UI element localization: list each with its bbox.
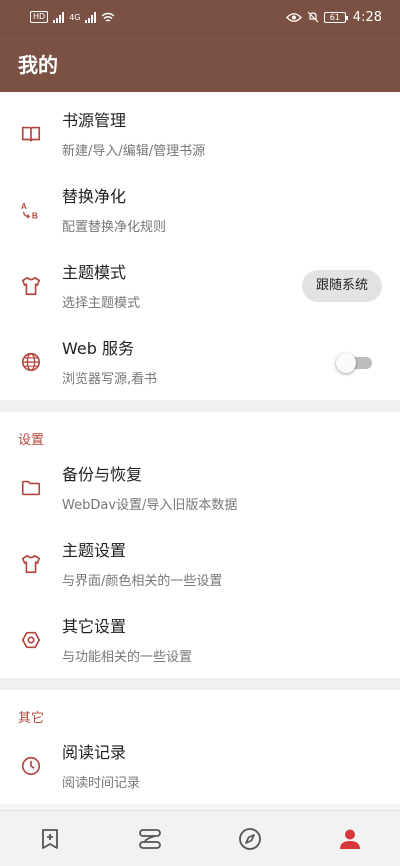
item-subtitle: 与界面/颜色相关的一些设置 bbox=[62, 574, 223, 589]
menu-item-read-record[interactable]: 阅读记录 阅读时间记录 bbox=[0, 728, 400, 804]
section-header-others: 其它 bbox=[18, 711, 45, 726]
compass-icon bbox=[239, 827, 261, 850]
menu-item-web-service[interactable]: Web 服务 浏览器写源,看书 bbox=[0, 324, 400, 400]
nav-explore[interactable] bbox=[120, 811, 180, 866]
hexagon-icon bbox=[21, 631, 41, 649]
hd-indicator: HD bbox=[30, 11, 49, 23]
bottom-nav bbox=[0, 810, 400, 866]
explore-source-icon bbox=[139, 828, 161, 849]
item-title: 主题模式 bbox=[62, 263, 127, 282]
item-subtitle: 新建/导入/编辑/管理书源 bbox=[62, 144, 206, 159]
nav-discover[interactable] bbox=[220, 811, 280, 866]
settings-list[interactable]: 书源管理 新建/导入/编辑/管理书源 AB 替换净化 配置替换净化规则 主题模式… bbox=[0, 92, 400, 810]
item-title: 阅读记录 bbox=[62, 743, 127, 762]
menu-item-theme-settings[interactable]: 主题设置 与界面/颜色相关的一些设置 bbox=[0, 526, 400, 602]
bookmark-add-icon bbox=[42, 828, 58, 849]
page-title: 我的 bbox=[18, 52, 58, 77]
item-subtitle: WebDav设置/导入旧版本数据 bbox=[62, 498, 238, 513]
item-title: 替换净化 bbox=[62, 187, 127, 206]
wifi-icon bbox=[102, 12, 115, 22]
tshirt-icon bbox=[21, 276, 41, 296]
status-bar: HD 4G 61 4:28 bbox=[0, 0, 400, 34]
switch-thumb bbox=[336, 353, 356, 373]
section-divider bbox=[0, 678, 400, 690]
section-divider bbox=[0, 400, 400, 412]
svg-text:B: B bbox=[32, 211, 38, 220]
tshirt-icon bbox=[21, 554, 41, 574]
eye-icon bbox=[285, 12, 302, 22]
nav-bookshelf[interactable] bbox=[20, 811, 80, 866]
menu-item-theme-mode[interactable]: 主题模式 选择主题模式 跟随系统 bbox=[0, 248, 400, 324]
signal-icon bbox=[53, 11, 65, 23]
status-left: HD 4G bbox=[30, 11, 115, 23]
item-subtitle: 浏览器写源,看书 bbox=[62, 372, 158, 387]
menu-item-other-settings[interactable]: 其它设置 与功能相关的一些设置 bbox=[0, 602, 400, 678]
replace-ab-icon: AB bbox=[21, 202, 38, 220]
item-title: 备份与恢复 bbox=[62, 465, 143, 484]
svg-text:A: A bbox=[21, 202, 27, 211]
globe-icon bbox=[21, 352, 41, 372]
clock-icon bbox=[21, 756, 41, 776]
signal-icon-2 bbox=[85, 11, 97, 23]
main-group: 书源管理 新建/导入/编辑/管理书源 AB 替换净化 配置替换净化规则 主题模式… bbox=[0, 92, 400, 400]
item-title: 书源管理 bbox=[62, 111, 127, 130]
menu-item-backup-restore[interactable]: 备份与恢复 WebDav设置/导入旧版本数据 bbox=[0, 450, 400, 526]
menu-item-replace-rules[interactable]: AB 替换净化 配置替换净化规则 bbox=[0, 172, 400, 248]
others-group: 其它 阅读记录 阅读时间记录 bbox=[0, 690, 400, 804]
web-service-switch[interactable] bbox=[336, 353, 372, 373]
item-subtitle: 阅读时间记录 bbox=[62, 776, 141, 791]
item-title: Web 服务 bbox=[62, 339, 134, 358]
person-icon bbox=[340, 829, 360, 849]
nav-my[interactable] bbox=[320, 811, 380, 866]
folder-icon bbox=[21, 480, 41, 496]
section-header-settings: 设置 bbox=[18, 433, 45, 448]
clock-time: 4:28 bbox=[352, 9, 382, 25]
network-type: 4G bbox=[69, 12, 81, 22]
follow-system-button[interactable]: 跟随系统 bbox=[301, 270, 382, 302]
item-subtitle: 选择主题模式 bbox=[62, 296, 141, 311]
menu-item-book-source[interactable]: 书源管理 新建/导入/编辑/管理书源 bbox=[0, 96, 400, 172]
settings-group: 设置 备份与恢复 WebDav设置/导入旧版本数据 主题设置 与界面/颜色相关的… bbox=[0, 412, 400, 678]
item-title: 其它设置 bbox=[62, 617, 127, 636]
item-subtitle: 配置替换净化规则 bbox=[62, 220, 167, 235]
app-bar: 我的 bbox=[0, 34, 400, 92]
battery-icon: 61 bbox=[323, 11, 348, 23]
book-open-icon bbox=[21, 126, 41, 142]
item-title: 主题设置 bbox=[62, 541, 127, 560]
item-subtitle: 与功能相关的一些设置 bbox=[62, 650, 193, 665]
status-right: 61 4:28 bbox=[285, 9, 382, 25]
mute-bell-icon bbox=[307, 11, 319, 23]
